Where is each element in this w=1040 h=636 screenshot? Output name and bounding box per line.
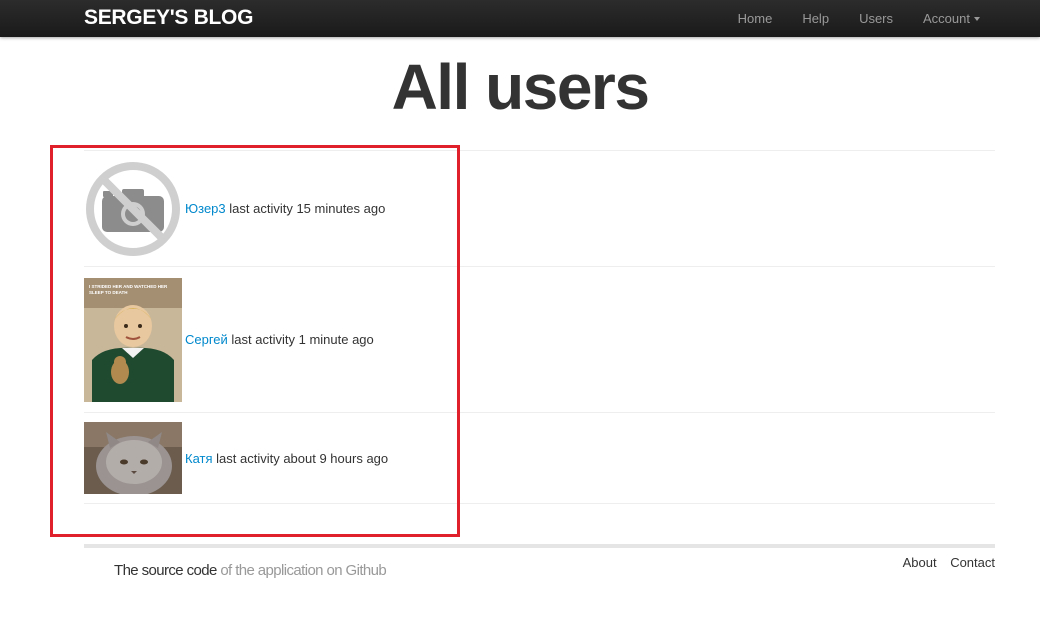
nav-home[interactable]: Home (738, 11, 773, 26)
footer-links: About Contact (893, 555, 995, 570)
user-name-link[interactable]: Сергей (185, 332, 228, 347)
nav-links: Home Help Users Account (708, 0, 980, 37)
caret-down-icon (974, 16, 980, 21)
nav-account-dropdown[interactable]: Account (923, 11, 980, 26)
brand-logo[interactable]: SERGEY'S BLOG (84, 6, 253, 30)
nav-account-label: Account (923, 11, 970, 26)
meme-caption-top: I STRIDED HER AND WATCHED HER (89, 284, 168, 289)
nav-help[interactable]: Help (802, 11, 829, 26)
user-info: Катя last activity about 9 hours ago (185, 451, 388, 466)
top-navbar: SERGEY'S BLOG Home Help Users Account (0, 0, 1040, 37)
footer-about-link[interactable]: About (903, 555, 937, 570)
github-source-link[interactable]: of the application on Github (220, 562, 386, 579)
footer-source-prefix: The source code (114, 562, 217, 579)
user-activity: last activity about 9 hours ago (216, 450, 389, 466)
users-list: Юзер3 last activity 15 minutes ago I STR… (84, 150, 995, 504)
user-item: Юзер3 last activity 15 minutes ago (84, 150, 995, 266)
user-item: Катя last activity about 9 hours ago (84, 412, 995, 504)
footer-source: The source code of the application on Gi… (114, 562, 387, 579)
footer-divider (84, 544, 995, 548)
user-info: Юзер3 last activity 15 minutes ago (185, 201, 385, 216)
meme-caption-bottom: SLEEP TO DEATH (89, 290, 128, 295)
nav-users[interactable]: Users (859, 11, 893, 26)
user-activity: last activity 15 minutes ago (229, 201, 386, 216)
user-activity: last activity 1 minute ago (231, 332, 374, 347)
user-item: I STRIDED HER AND WATCHED HER SLEEP TO D… (84, 266, 995, 412)
user-name-link[interactable]: Юзер3 (185, 201, 226, 216)
user-name-link[interactable]: Катя (185, 451, 213, 466)
no-photo-icon[interactable] (84, 160, 182, 258)
user-info: Сергей last activity 1 minute ago (185, 332, 374, 347)
page-title: All users (391, 51, 650, 123)
grey-cat-photo[interactable] (84, 422, 182, 494)
child-meme-photo[interactable]: I STRIDED HER AND WATCHED HER SLEEP TO D… (84, 277, 182, 402)
footer-contact-link[interactable]: Contact (950, 555, 995, 570)
